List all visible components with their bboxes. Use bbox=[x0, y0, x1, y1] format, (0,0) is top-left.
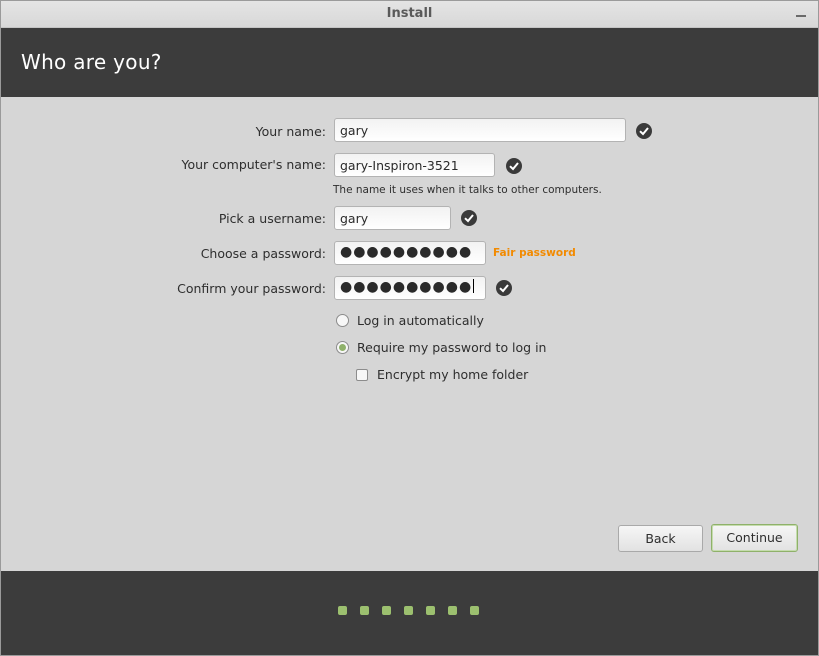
username-input[interactable]: gary bbox=[334, 206, 451, 230]
confirm-password-input[interactable]: ●●●●●●●●●● bbox=[334, 276, 486, 300]
check-circle-icon bbox=[636, 123, 652, 139]
user-form: Your name: gary Your computer's name: ga… bbox=[1, 97, 818, 571]
confirm-password-value: ●●●●●●●●●● bbox=[340, 279, 473, 295]
page-header: Who are you? bbox=[1, 28, 818, 97]
encrypt-home-checkbox[interactable] bbox=[356, 369, 368, 381]
check-circle-icon bbox=[506, 158, 522, 174]
check-circle-icon bbox=[496, 280, 512, 296]
password-strength-label: Fair password bbox=[493, 247, 576, 259]
your-name-input[interactable]: gary bbox=[334, 118, 626, 142]
your-name-label: Your name: bbox=[255, 124, 326, 139]
password-label: Choose a password: bbox=[200, 246, 326, 261]
progress-footer bbox=[1, 571, 818, 655]
computer-name-label: Your computer's name: bbox=[181, 157, 326, 172]
computer-name-hint: The name it uses when it talks to other … bbox=[333, 184, 602, 196]
window-title: Install bbox=[386, 6, 433, 21]
check-circle-icon bbox=[461, 210, 477, 226]
progress-step-dot bbox=[426, 606, 435, 615]
username-label: Pick a username: bbox=[218, 211, 326, 226]
progress-step-dot bbox=[338, 606, 347, 615]
progress-step-dot bbox=[448, 606, 457, 615]
password-input[interactable]: ●●●●●●●●●● bbox=[334, 241, 486, 265]
installer-window: Install Who are you? Your name: gary You… bbox=[0, 0, 819, 656]
progress-step-dot bbox=[360, 606, 369, 615]
continue-button[interactable]: Continue bbox=[711, 524, 798, 552]
log-in-automatically-label[interactable]: Log in automatically bbox=[357, 313, 484, 328]
computer-name-input[interactable]: gary-Inspiron-3521 bbox=[334, 153, 495, 177]
progress-step-dot bbox=[382, 606, 391, 615]
text-cursor bbox=[473, 279, 475, 293]
confirm-password-label: Confirm your password: bbox=[177, 281, 326, 296]
title-bar: Install bbox=[1, 1, 818, 28]
page-title: Who are you? bbox=[21, 50, 162, 74]
back-button[interactable]: Back bbox=[618, 525, 703, 552]
progress-step-dot bbox=[470, 606, 479, 615]
minimize-icon[interactable] bbox=[794, 7, 808, 21]
encrypt-home-label[interactable]: Encrypt my home folder bbox=[377, 367, 528, 382]
require-password-radio[interactable] bbox=[336, 341, 349, 354]
progress-step-dot bbox=[404, 606, 413, 615]
require-password-label[interactable]: Require my password to log in bbox=[357, 340, 546, 355]
log-in-automatically-radio[interactable] bbox=[336, 314, 349, 327]
